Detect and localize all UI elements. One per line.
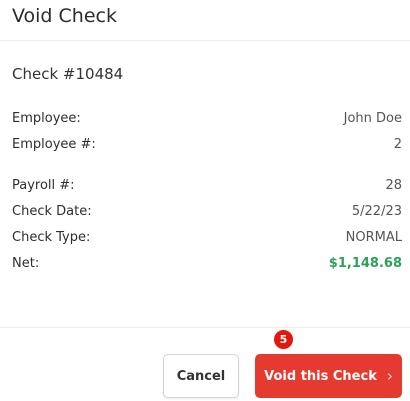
detail-value: John Doe xyxy=(343,110,402,126)
employee-details: Employee: John Doe Employee #: 2 xyxy=(12,105,402,157)
cancel-button-label: Cancel xyxy=(176,368,226,384)
detail-label: Check Date: xyxy=(12,203,92,219)
void-check-button[interactable]: Void this Check › xyxy=(255,354,402,398)
detail-value: 2 xyxy=(393,136,402,152)
detail-row-payroll-number: Payroll #: 28 xyxy=(12,172,402,198)
dialog-title: Void Check xyxy=(12,5,117,27)
detail-value: 28 xyxy=(385,177,402,193)
detail-row-check-date: Check Date: 5/22/23 xyxy=(12,198,402,224)
detail-row-net: Net: $1,148.68 xyxy=(12,250,402,276)
detail-label: Net: xyxy=(12,255,40,271)
step-badge: 5 xyxy=(273,329,294,350)
chevron-right-icon: › xyxy=(386,367,393,385)
dialog-header: Void Check xyxy=(0,0,410,41)
dialog-body: Check #10484 Employee: John Doe Employee… xyxy=(0,41,410,276)
void-check-button-label: Void this Check xyxy=(264,368,377,384)
net-amount: $1,148.68 xyxy=(328,255,402,271)
detail-value: 5/22/23 xyxy=(351,203,402,219)
detail-row-employee-number: Employee #: 2 xyxy=(12,131,402,157)
detail-row-employee: Employee: John Doe xyxy=(12,105,402,131)
void-check-dialog: Void Check Check #10484 Employee: John D… xyxy=(0,0,410,401)
check-details: Payroll #: 28 Check Date: 5/22/23 Check … xyxy=(12,172,402,276)
detail-label: Employee: xyxy=(12,110,81,126)
detail-label: Check Type: xyxy=(12,229,91,245)
detail-label: Employee #: xyxy=(12,136,96,152)
dialog-footer: Cancel Void this Check › xyxy=(0,327,410,401)
detail-label: Payroll #: xyxy=(12,177,75,193)
detail-row-check-type: Check Type: NORMAL xyxy=(12,224,402,250)
check-number: Check #10484 xyxy=(12,65,124,83)
cancel-button[interactable]: Cancel xyxy=(163,354,239,398)
detail-value: NORMAL xyxy=(345,229,402,245)
